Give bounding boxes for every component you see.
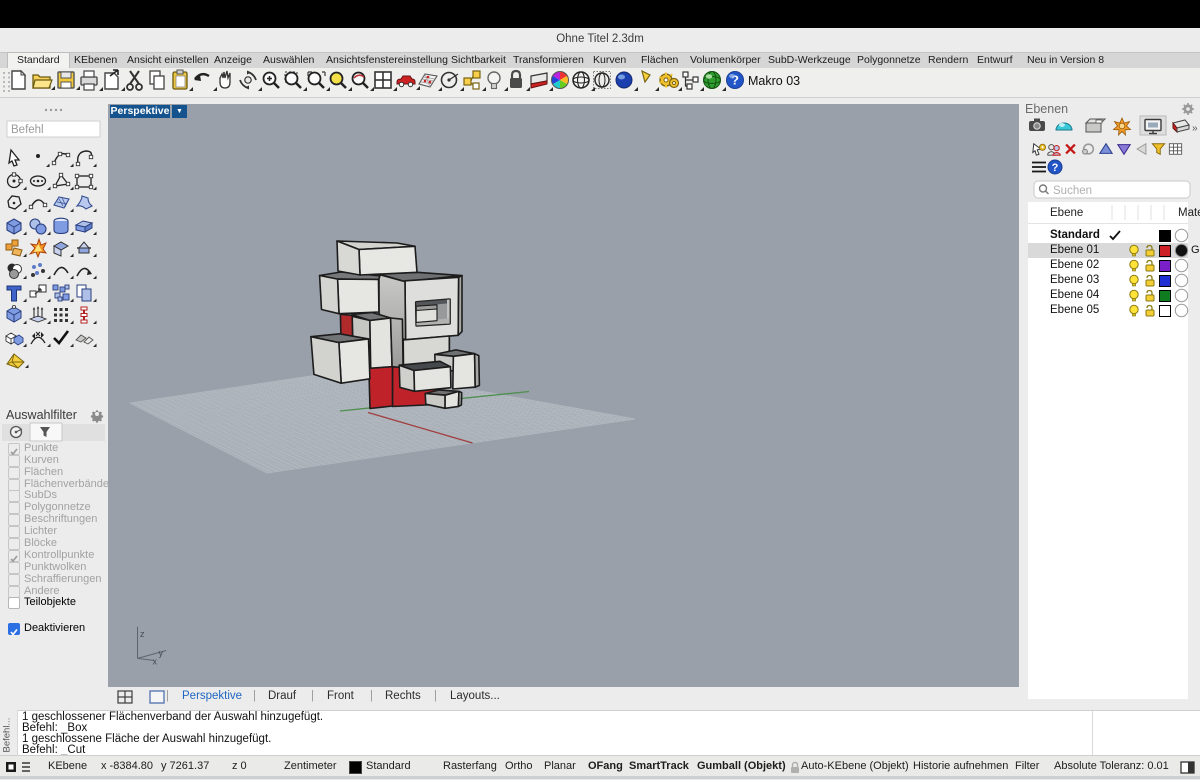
- svg-text:Auswahlfilter: Auswahlfilter: [6, 408, 77, 422]
- svg-text:y: y: [159, 648, 164, 658]
- svg-text:Makro 03: Makro 03: [748, 74, 800, 88]
- svg-text:»: »: [1192, 123, 1198, 134]
- svg-text:Suchen: Suchen: [1053, 185, 1092, 197]
- svg-text:Befehl: Befehl: [11, 124, 44, 136]
- svg-text:?: ?: [1052, 162, 1059, 174]
- svg-text:x: x: [153, 657, 158, 667]
- svg-text:z: z: [140, 629, 145, 639]
